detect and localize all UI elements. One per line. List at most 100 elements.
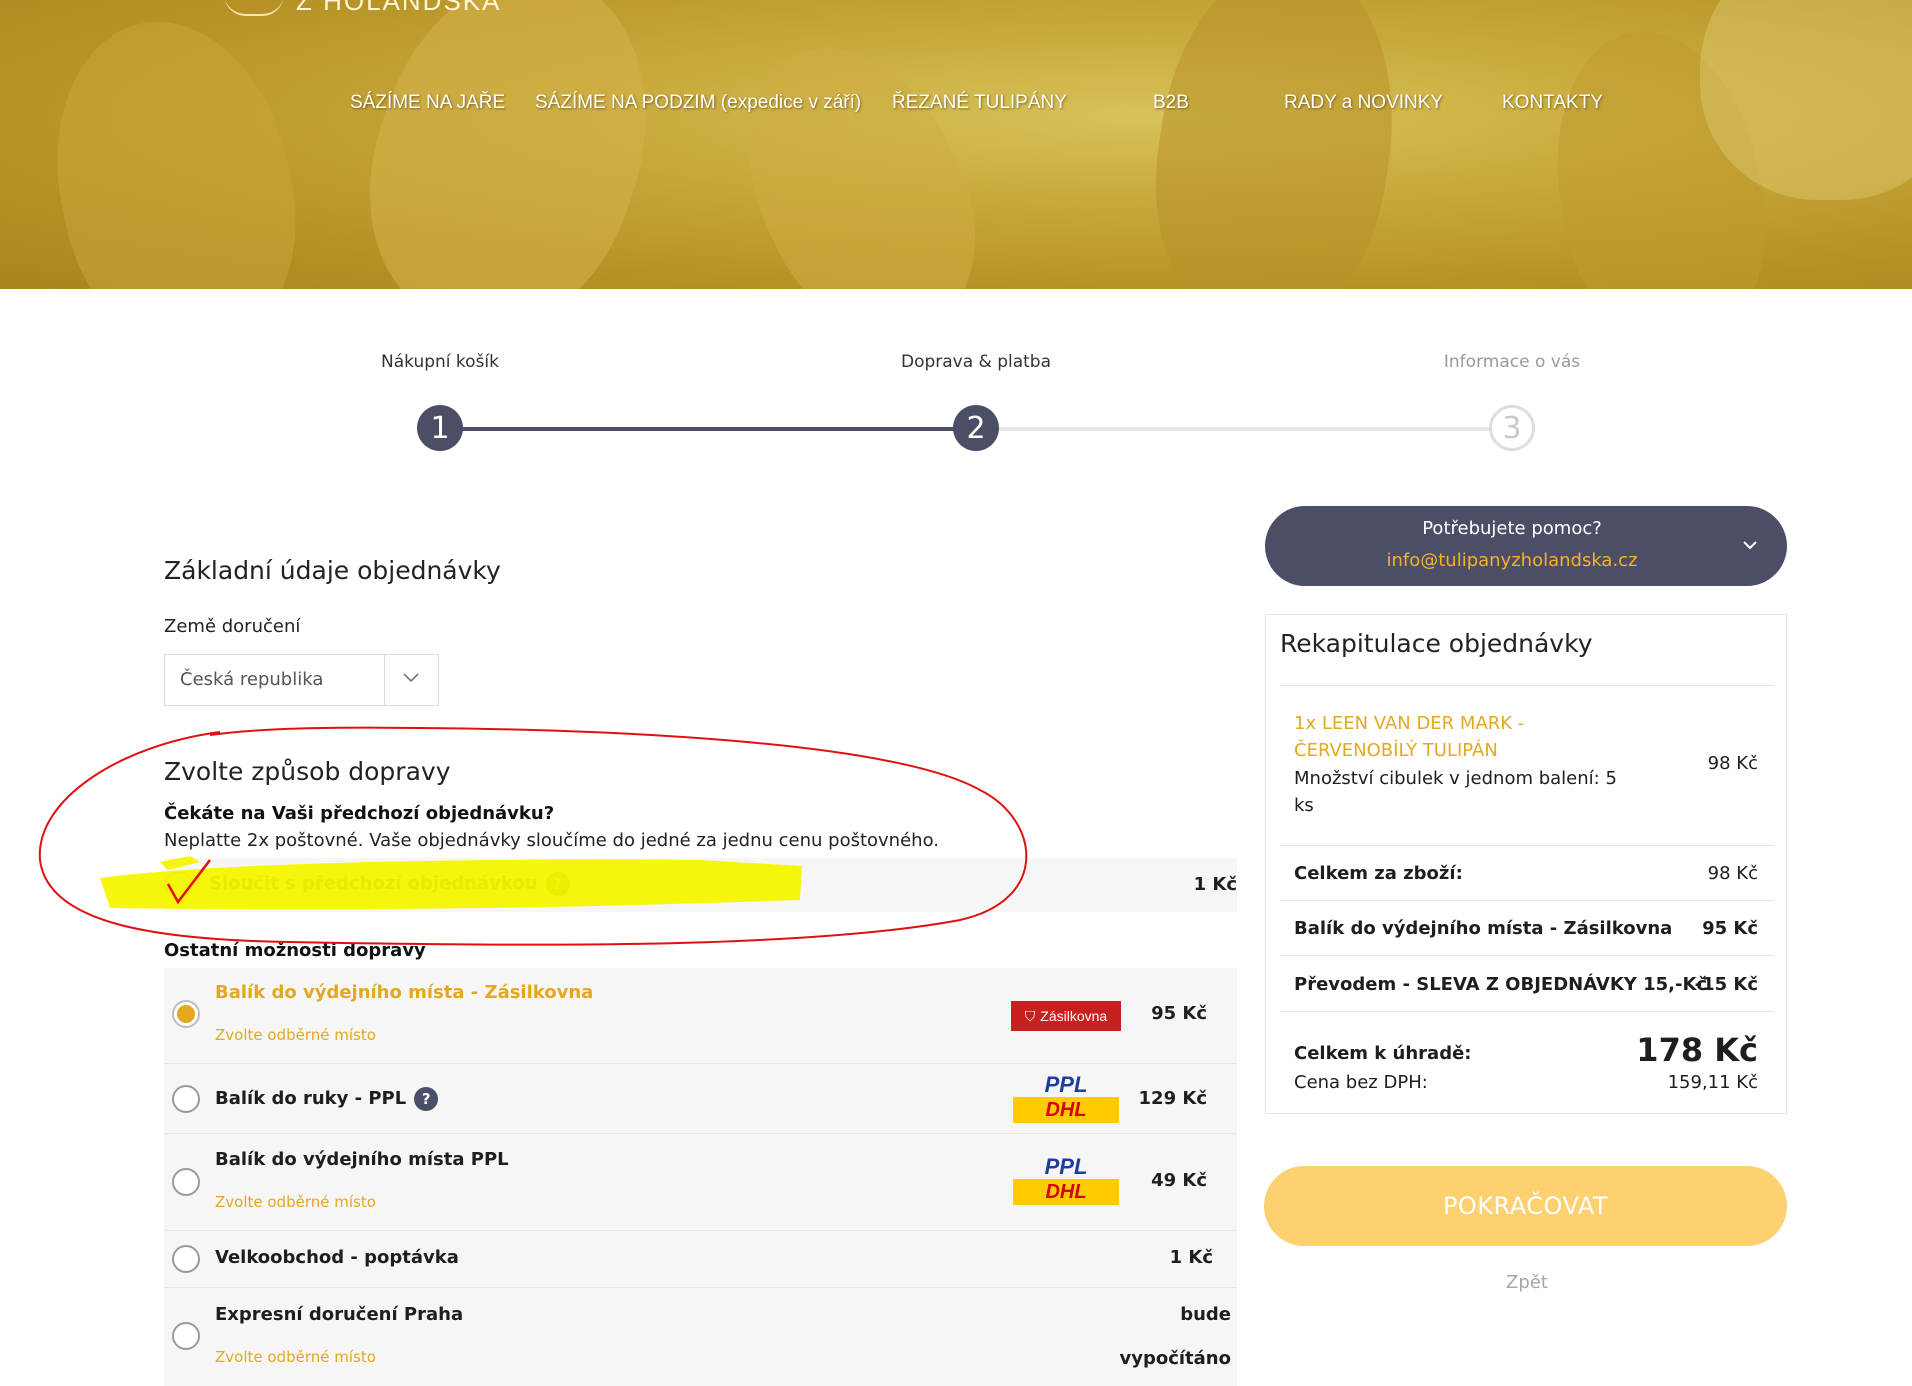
zasilkovna-logo-text: Zásilkovna	[1040, 1008, 1108, 1024]
step-shipping-label: Doprava & platba	[900, 352, 1052, 372]
country-label: Země doručení	[164, 616, 301, 637]
merge-order-price: 1 Kč	[1193, 874, 1237, 895]
tulip-petal	[330, 0, 690, 289]
recap-item-name-line1[interactable]: 1x LEEN VAN DER MARK -	[1294, 713, 1524, 734]
divider	[1280, 900, 1774, 901]
step-number: 1	[430, 410, 450, 446]
recap-goods-total-value: 98 Kč	[1707, 863, 1758, 884]
nav-autumn[interactable]: SÁZÍME NA PODZIM (expedice v září)	[535, 92, 861, 114]
nav-cut-tulips[interactable]: ŘEZANÉ TULIPÁNY	[892, 92, 1067, 114]
shipping-option-express-prague[interactable]: Expresní doručení Praha Zvolte odběrné m…	[164, 1288, 1237, 1386]
recap-net-value: 159,11 Kč	[1667, 1072, 1758, 1093]
merge-order-label: Sloučit s předchozí objednávkou?	[209, 872, 570, 896]
help-box[interactable]: Potřebujete pomoc? info@tulipanyzholands…	[1265, 506, 1787, 586]
recap-payment-label: Převodem - SLEVA Z OBJEDNÁVKY 15,-Kč	[1294, 974, 1708, 995]
recap-goods-total-label: Celkem za zboží:	[1294, 863, 1463, 884]
shipping-option-price: 1 Kč	[1169, 1247, 1213, 1268]
merge-order-label-text: Sloučit s předchozí objednávkou	[209, 873, 538, 894]
site-logo[interactable]: Z HOLANDSKA	[296, 0, 502, 17]
step-remaining-line	[996, 427, 1496, 431]
recap-item-price: 98 Kč	[1707, 753, 1758, 774]
ppl-logo-text: PPL	[1044, 1154, 1088, 1179]
shipping-option-wholesale[interactable]: Velkoobchod - poptávka 1 Kč	[164, 1231, 1237, 1288]
pickup-point-link[interactable]: Zvolte odběrné místo	[215, 1026, 376, 1044]
other-shipping-title: Ostatní možnosti dopravy	[164, 940, 426, 961]
dhl-logo-text: DHL	[1013, 1179, 1119, 1205]
recap-grand-total-label: Celkem k úhradě:	[1294, 1043, 1472, 1064]
recap-item-name-line2[interactable]: ČERVENOBÍLÝ TULIPÁN	[1294, 740, 1498, 761]
recap-payment-value: -15 Kč	[1694, 974, 1758, 995]
merge-question: Čekáte na Vaši předchozí objednávku?	[164, 803, 555, 824]
zasilkovna-logo: ⛉ Zásilkovna	[1011, 1001, 1121, 1031]
help-title: Potřebujete pomoc?	[1422, 518, 1602, 539]
shipping-option-title: Balík do výdejního místa - Zásilkovna	[215, 982, 594, 1003]
shipping-option-title: Velkoobchod - poptávka	[215, 1247, 459, 1268]
help-email-link[interactable]: info@tulipanyzholandska.cz	[1265, 550, 1759, 571]
recap-shipping-label: Balík do výdejního místa - Zásilkovna	[1294, 918, 1673, 939]
dhl-logo-text: DHL	[1013, 1097, 1119, 1123]
nav-b2b[interactable]: B2B	[1153, 92, 1189, 114]
hero-banner: Z HOLANDSKA SÁZÍME NA JAŘE SÁZÍME NA POD…	[0, 0, 1912, 289]
shipping-option-title: Balík do výdejního místa PPL	[215, 1149, 509, 1170]
tulip-petal	[28, 0, 322, 289]
recap-title: Rekapitulace objednávky	[1280, 629, 1593, 658]
step-cart-label[interactable]: Nákupní košík	[381, 352, 499, 372]
ppl-logo-text: PPL	[1044, 1072, 1088, 1097]
divider	[1280, 955, 1774, 956]
step-2-circle: 2	[953, 405, 999, 451]
divider	[1280, 845, 1774, 846]
shipping-option-title-text: Balík do ruky - PPL	[215, 1088, 407, 1109]
tulip-petal	[705, 11, 1015, 289]
continue-button[interactable]: POKRAČOVAT	[1264, 1166, 1787, 1246]
step-number: 3	[1502, 410, 1522, 446]
shipping-option-price-line2: vypočítáno	[1119, 1348, 1232, 1369]
select-divider	[384, 655, 385, 705]
step-1-circle[interactable]: 1	[417, 405, 463, 451]
help-icon[interactable]: ?	[414, 1087, 439, 1111]
pickup-point-link[interactable]: Zvolte odběrné místo	[215, 1193, 376, 1211]
merge-info: Neplatte 2x poštovné. Vaše objednávky sl…	[164, 830, 939, 851]
recap-item-detail-line2: ks	[1294, 795, 1314, 816]
nav-contacts[interactable]: KONTAKTY	[1502, 92, 1603, 114]
chevron-down-icon[interactable]	[1741, 536, 1759, 554]
step-number: 2	[966, 410, 986, 446]
divider	[1280, 1011, 1774, 1012]
nav-tips-news[interactable]: RADY a NOVINKY	[1284, 92, 1443, 114]
country-select-value: Česká republika	[180, 669, 324, 690]
shipping-option-zasilkovna[interactable]: Balík do výdejního místa - Zásilkovna Zv…	[164, 968, 1237, 1064]
shipping-radio[interactable]	[172, 1085, 200, 1113]
shipping-radio[interactable]	[172, 1245, 200, 1273]
country-select[interactable]: Česká republika	[164, 654, 439, 706]
recap-shipping-value: 95 Kč	[1702, 918, 1758, 939]
shipping-option-title: Balík do ruky - PPL?	[215, 1087, 439, 1111]
recap-net-label: Cena bez DPH:	[1294, 1072, 1428, 1093]
ppl-dhl-logo: PPL DHL	[1013, 1155, 1119, 1207]
logo-icon	[224, 0, 284, 16]
shipping-option-price: 49 Kč	[1151, 1170, 1207, 1191]
step-3-circle: 3	[1489, 405, 1535, 451]
shipping-title: Zvolte způsob dopravy	[164, 757, 451, 786]
ppl-dhl-logo: PPL DHL	[1013, 1073, 1119, 1125]
shipping-radio-selected[interactable]	[172, 1000, 200, 1028]
help-icon[interactable]: ?	[545, 872, 570, 896]
shipping-radio[interactable]	[172, 1322, 200, 1350]
shipping-radio[interactable]	[172, 1168, 200, 1196]
shipping-option-price-line1: bude	[1180, 1304, 1231, 1325]
chevron-down-icon	[403, 673, 419, 683]
merge-order-option[interactable]: Sloučit s předchozí objednávkou? 1 Kč	[164, 858, 1237, 912]
step-info-label: Informace o vás	[1443, 352, 1581, 372]
back-link[interactable]: Zpět	[1506, 1272, 1548, 1293]
pickup-point-link[interactable]: Zvolte odběrné místo	[215, 1348, 376, 1366]
recap-grand-total-value: 178 Kč	[1636, 1031, 1758, 1069]
shipping-option-price: 129 Kč	[1138, 1088, 1207, 1109]
shipping-option-ppl-pickup[interactable]: Balík do výdejního místa PPL Zvolte odbě…	[164, 1134, 1237, 1231]
nav-spring[interactable]: SÁZÍME NA JAŘE	[350, 92, 505, 114]
tulip-petal	[1135, 0, 1415, 289]
shipping-option-title: Expresní doručení Praha	[215, 1304, 464, 1325]
shipping-option-price: 95 Kč	[1151, 1003, 1207, 1024]
recap-item-detail-line1: Množství cibulek v jednom balení: 5	[1294, 768, 1617, 789]
step-progress-line	[460, 427, 960, 431]
merge-order-radio[interactable]	[165, 871, 193, 899]
shipping-option-ppl-home[interactable]: Balík do ruky - PPL? PPL DHL 129 Kč	[164, 1064, 1237, 1134]
main-nav: SÁZÍME NA JAŘE SÁZÍME NA PODZIM (expedic…	[0, 92, 1912, 118]
